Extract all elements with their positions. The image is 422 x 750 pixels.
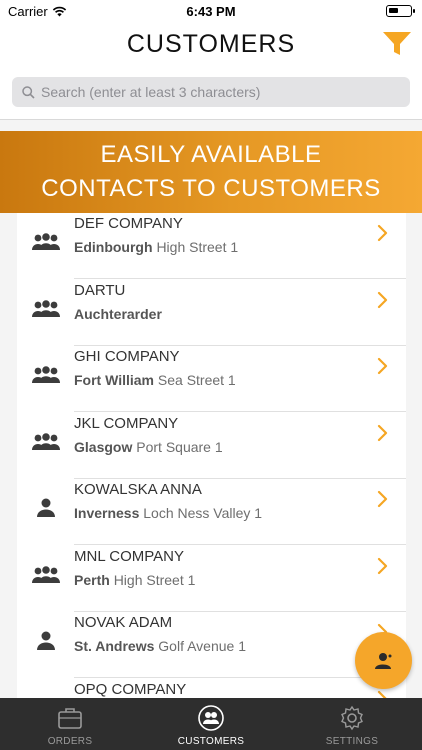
customer-row[interactable]: GHI COMPANY Fort William Sea Street 1 — [17, 346, 406, 412]
company-icon — [32, 364, 60, 386]
search-box[interactable] — [12, 77, 410, 107]
customer-name: JKL COMPANY — [74, 414, 179, 432]
tab-label-orders: ORDERS — [47, 736, 93, 747]
customer-street: Port Square 1 — [136, 438, 223, 455]
customer-address: Edinbourgh High Street 1 — [74, 239, 238, 255]
briefcase-icon — [58, 708, 82, 729]
filter-icon[interactable] — [382, 30, 412, 58]
customer-city: Auchterarder — [74, 305, 162, 322]
customer-city: Glasgow — [74, 438, 133, 455]
customer-city: Inverness — [74, 505, 140, 521]
status-bar: Carrier 6:43 PM — [0, 0, 422, 22]
tab-settings[interactable]: SETTINGS — [282, 698, 422, 750]
customer-address: St. Andrews Golf Avenue 1 — [74, 638, 246, 654]
customer-address: Inverness Loch Ness Valley 1 — [74, 505, 262, 521]
customer-name: KOWALSKA ANNA — [74, 481, 202, 498]
search-input[interactable] — [41, 84, 391, 100]
customer-street: High Street 1 — [156, 239, 239, 255]
tab-orders[interactable]: ORDERS — [0, 698, 140, 750]
chevron-right-icon — [377, 690, 389, 698]
gear-icon — [341, 705, 363, 731]
customer-row[interactable]: NOVAK ADAM St. Andrews Golf Avenue 1 — [17, 612, 406, 678]
banner-line-2: CONTACTS TO CUSTOMERS — [41, 175, 381, 202]
promo-banner: EASILY AVAILABLE CONTACTS TO CUSTOMERS — [0, 131, 422, 213]
clock: 6:43 PM — [186, 4, 236, 19]
tab-label-settings: SETTINGS — [325, 736, 379, 747]
customer-row[interactable]: JKL COMPANY Glasgow Port Square 1 — [17, 413, 406, 479]
add-person-icon — [374, 652, 391, 669]
customer-address: Glasgow Port Square 1 — [74, 439, 223, 455]
customer-list: DEF COMPANY Edinbourgh High Street 1 DARTU… — [17, 213, 406, 698]
customer-street: Golf Avenue 1 — [158, 638, 246, 654]
company-icon — [32, 231, 60, 253]
chevron-right-icon — [377, 291, 389, 309]
customer-name: NOVAK ADAM — [74, 614, 173, 631]
customer-address: Fort William Sea Street 1 — [74, 372, 236, 388]
tab-label-customers: CUSTOMERS — [177, 736, 245, 747]
company-icon — [32, 298, 60, 320]
customers-icon — [198, 705, 224, 731]
customer-street: Sea Street 1 — [157, 372, 236, 388]
customer-city: St. Andrews — [74, 638, 155, 654]
customer-address: Auchterarder — [74, 306, 162, 322]
banner-line-1: EASILY AVAILABLE — [100, 141, 322, 168]
customer-row[interactable]: OPQ COMPANY — [17, 679, 406, 698]
chevron-right-icon — [377, 224, 389, 242]
page-title: CUSTOMERS — [126, 30, 296, 58]
chevron-right-icon — [377, 357, 389, 375]
customer-name: DEF COMPANY — [74, 215, 183, 232]
customer-name: MNL COMPANY — [74, 547, 185, 565]
customer-name: DARTU — [74, 281, 126, 299]
customer-street: Loch Ness Valley 1 — [143, 505, 263, 521]
search-bar — [0, 68, 422, 120]
chevron-right-icon — [377, 424, 389, 442]
customer-row[interactable]: MNL COMPANY Perth High Street 1 — [17, 546, 406, 612]
company-icon — [32, 564, 60, 586]
person-icon — [32, 630, 60, 652]
customer-row[interactable]: KOWALSKA ANNA Inverness Loch Ness Valley … — [17, 479, 406, 545]
customer-street: High Street 1 — [113, 571, 196, 588]
customer-row[interactable]: DARTU Auchterarder — [17, 280, 406, 346]
customer-name: OPQ COMPANY — [74, 680, 187, 698]
company-icon — [32, 431, 60, 453]
search-icon — [22, 85, 35, 99]
navigation-bar: CUSTOMERS — [0, 22, 422, 68]
customer-address: Perth High Street 1 — [74, 572, 195, 588]
add-customer-button[interactable] — [355, 632, 412, 689]
tab-bar: ORDERS CUSTOMERS SETTINGS — [0, 698, 422, 750]
person-icon — [32, 497, 60, 519]
chevron-right-icon — [377, 490, 389, 508]
customer-city: Edinbourgh — [74, 239, 153, 255]
customer-name: GHI COMPANY — [74, 348, 180, 365]
customer-city: Perth — [74, 571, 110, 588]
battery-icon — [386, 5, 415, 17]
customer-city: Fort William — [74, 372, 154, 388]
customer-row[interactable]: DEF COMPANY Edinbourgh High Street 1 — [17, 213, 406, 279]
tab-customers[interactable]: CUSTOMERS — [141, 698, 281, 750]
chevron-right-icon — [377, 557, 389, 575]
